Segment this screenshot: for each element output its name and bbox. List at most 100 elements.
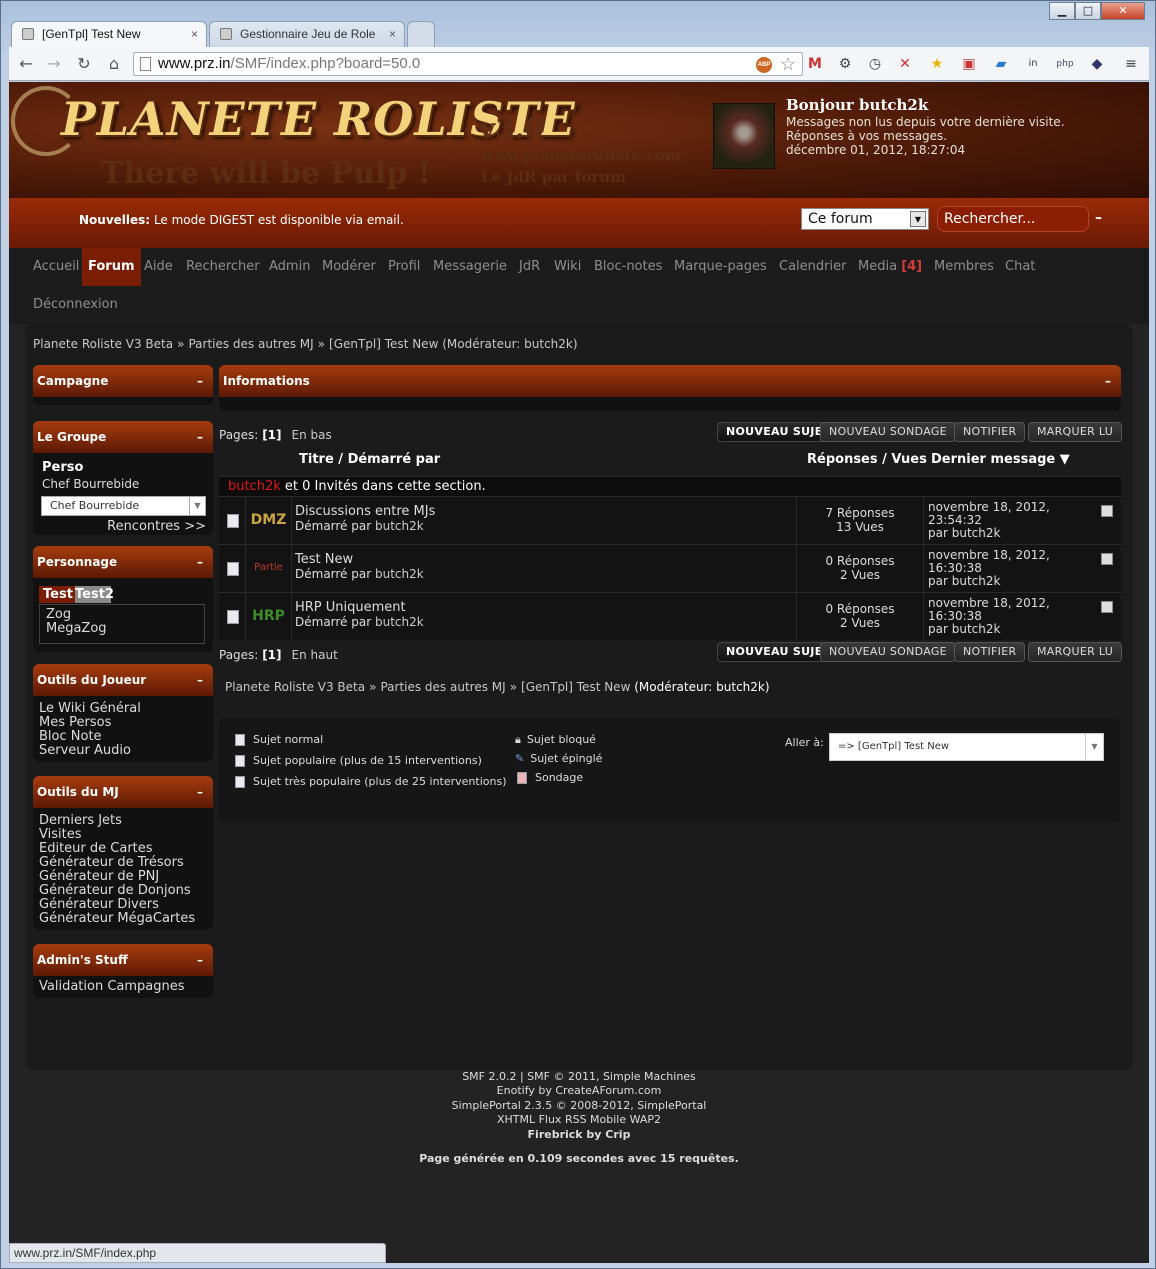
sidebar-link[interactable]: Serveur Audio xyxy=(39,744,207,758)
menu-item-jdr[interactable]: JdR xyxy=(513,248,546,286)
page-number[interactable]: [1] xyxy=(262,428,281,442)
list-item[interactable]: MegaZog xyxy=(46,622,198,636)
forward-button[interactable]: → xyxy=(43,53,65,75)
minimize-button[interactable]: ▁ xyxy=(1049,2,1075,20)
footer-line[interactable]: Enotify by CreateAForum.com xyxy=(9,1084,1149,1098)
unread-link[interactable]: Messages non lus depuis votre dernière v… xyxy=(786,115,1065,129)
block-admin-header[interactable]: Admin's Stuff – xyxy=(33,944,213,976)
last-post-icon[interactable] xyxy=(1101,553,1113,565)
menu-icon[interactable]: ≡ xyxy=(1121,54,1141,74)
footer-line[interactable]: SimplePortal 2.3.5 © 2008-2012, SimplePo… xyxy=(9,1099,1149,1113)
sidebar-link[interactable]: Validation Campagnes xyxy=(39,980,207,994)
sidebar-link[interactable]: Mes Persos xyxy=(39,716,207,730)
last-post-icon[interactable] xyxy=(1101,505,1113,517)
reload-button[interactable]: ↻ xyxy=(73,53,95,75)
menu-item-forum[interactable]: Forum xyxy=(82,248,141,286)
pdf-extension-icon[interactable]: ▣ xyxy=(959,54,979,74)
sidebar-link[interactable]: Générateur MégaCartes xyxy=(39,912,207,926)
block-groupe-header[interactable]: Le Groupe – xyxy=(33,421,213,453)
last-post-icon[interactable] xyxy=(1101,601,1113,613)
last-post-author[interactable]: butch2k xyxy=(952,622,1001,636)
mark-read-button[interactable]: MARQUER LU xyxy=(1028,422,1123,442)
breadcrumb-item[interactable]: Planete Roliste V3 Beta xyxy=(33,337,173,351)
sidebar-link[interactable]: Générateur de Donjons xyxy=(39,884,207,898)
breadcrumb-item[interactable]: Parties des autres MJ xyxy=(188,337,313,351)
collapse-icon[interactable]: – xyxy=(197,776,203,808)
breadcrumb-item[interactable]: Parties des autres MJ xyxy=(380,680,505,694)
menu-item-aide[interactable]: Aide xyxy=(138,248,179,286)
collapse-icon[interactable]: – xyxy=(197,944,203,976)
last-post-author[interactable]: butch2k xyxy=(952,574,1001,588)
menu-item-marque-pages[interactable]: Marque-pages xyxy=(668,248,773,286)
topic-author[interactable]: butch2k xyxy=(375,567,424,581)
gear-extension-icon[interactable]: ⚙ xyxy=(835,54,855,74)
block-outils-mj-header[interactable]: Outils du MJ – xyxy=(33,776,213,808)
column-title[interactable]: Titre / Démarré par xyxy=(299,452,440,467)
adblock-icon[interactable]: ABP xyxy=(756,57,772,73)
search-scope-select[interactable]: Ce forum ▼ xyxy=(801,208,929,230)
maximize-button[interactable]: □ xyxy=(1075,2,1101,20)
home-button[interactable]: ⌂ xyxy=(103,53,125,75)
sidebar-link[interactable]: Générateur de Trésors xyxy=(39,856,207,870)
search-input[interactable]: Rechercher... xyxy=(937,206,1089,232)
menu-item-wiki[interactable]: Wiki xyxy=(548,248,587,286)
topic-title[interactable]: Test New xyxy=(295,553,793,567)
new-poll-button[interactable]: NOUVEAU SONDAGE xyxy=(820,642,956,662)
perso-select[interactable]: Chef Bourrebide ▼ xyxy=(41,496,206,516)
browser-tab-active[interactable]: [GenTpl] Test New × xyxy=(11,21,207,47)
collapse-header-button[interactable]: – xyxy=(1095,210,1102,226)
gmail-extension-icon[interactable]: M xyxy=(805,54,825,74)
menu-item-membres[interactable]: Membres xyxy=(928,248,1000,286)
block-personnage-header[interactable]: Personnage – xyxy=(33,546,213,578)
bookmark-star-icon[interactable]: ☆ xyxy=(780,53,796,75)
collapse-icon[interactable]: – xyxy=(197,365,203,397)
topic-title[interactable]: Discussions entre MJs xyxy=(295,505,793,519)
rencontres-link[interactable]: Rencontres >> xyxy=(107,520,206,534)
close-tab-icon[interactable]: × xyxy=(389,22,396,46)
menu-item-accueil[interactable]: Accueil xyxy=(27,248,85,286)
menu-item-rechercher[interactable]: Rechercher xyxy=(180,248,266,286)
block-outils-joueur-header[interactable]: Outils du Joueur – xyxy=(33,664,213,696)
breadcrumb-item[interactable]: [GenTpl] Test New xyxy=(329,337,438,351)
extension-icon[interactable]: ◆ xyxy=(1087,54,1107,74)
sidebar-link[interactable]: Bloc Note xyxy=(39,730,207,744)
last-post-author[interactable]: butch2k xyxy=(952,526,1001,540)
menu-item-moderer[interactable]: Modérer xyxy=(316,248,382,286)
menu-item-deconnexion[interactable]: Déconnexion xyxy=(27,286,124,324)
php-extension-icon[interactable]: php xyxy=(1055,54,1075,74)
back-button[interactable]: ← xyxy=(15,53,37,75)
notify-button[interactable]: NOTIFIER xyxy=(954,642,1026,662)
footer-line[interactable]: SMF 2.0.2 | SMF © 2011, Simple Machines xyxy=(9,1070,1149,1084)
sidebar-link[interactable]: Générateur Divers xyxy=(39,898,207,912)
menu-item-calendrier[interactable]: Calendrier xyxy=(773,248,852,286)
goto-board-select[interactable]: => [GenTpl] Test New ▼ xyxy=(829,733,1104,761)
notify-button[interactable]: NOTIFIER xyxy=(954,422,1026,442)
address-bar[interactable]: www.prz.in/SMF/index.php?board=50.0 ABP … xyxy=(133,52,803,76)
mark-read-button[interactable]: MARQUER LU xyxy=(1028,642,1123,662)
topic-author[interactable]: butch2k xyxy=(375,519,424,533)
sidebar-link[interactable]: Visites xyxy=(39,828,207,842)
new-tab-button[interactable] xyxy=(407,21,435,47)
collapse-icon[interactable]: – xyxy=(197,664,203,696)
block-campagne-header[interactable]: Campagne – xyxy=(33,365,213,397)
topic-author[interactable]: butch2k xyxy=(375,615,424,629)
user-avatar[interactable] xyxy=(713,103,775,169)
collapse-icon[interactable]: – xyxy=(197,421,203,453)
collapse-icon[interactable]: – xyxy=(1105,365,1111,397)
tab-test[interactable]: Test xyxy=(39,586,75,603)
go-bottom-link[interactable]: En bas xyxy=(292,428,332,442)
close-tab-icon[interactable]: × xyxy=(191,22,198,46)
linkedin-extension-icon[interactable]: in xyxy=(1023,54,1043,74)
sidebar-link[interactable]: Générateur de PNJ xyxy=(39,870,207,884)
sidebar-link[interactable]: Editeur de Cartes xyxy=(39,842,207,856)
replies-link[interactable]: Réponses à vos messages. xyxy=(786,129,1065,143)
topic-title[interactable]: HRP Uniquement xyxy=(295,601,793,615)
tool-extension-icon[interactable]: ✕ xyxy=(895,54,915,74)
menu-item-media[interactable]: Media [4] xyxy=(852,248,928,286)
footer-line[interactable]: Firebrick by Crip xyxy=(9,1128,1149,1142)
timer-extension-icon[interactable]: ◷ xyxy=(865,54,885,74)
breadcrumb-item[interactable]: Planete Roliste V3 Beta xyxy=(225,680,365,694)
close-window-button[interactable]: ✕ xyxy=(1101,2,1145,20)
blue-extension-icon[interactable]: ▰ xyxy=(991,54,1011,74)
menu-item-messagerie[interactable]: Messagerie xyxy=(427,248,513,286)
